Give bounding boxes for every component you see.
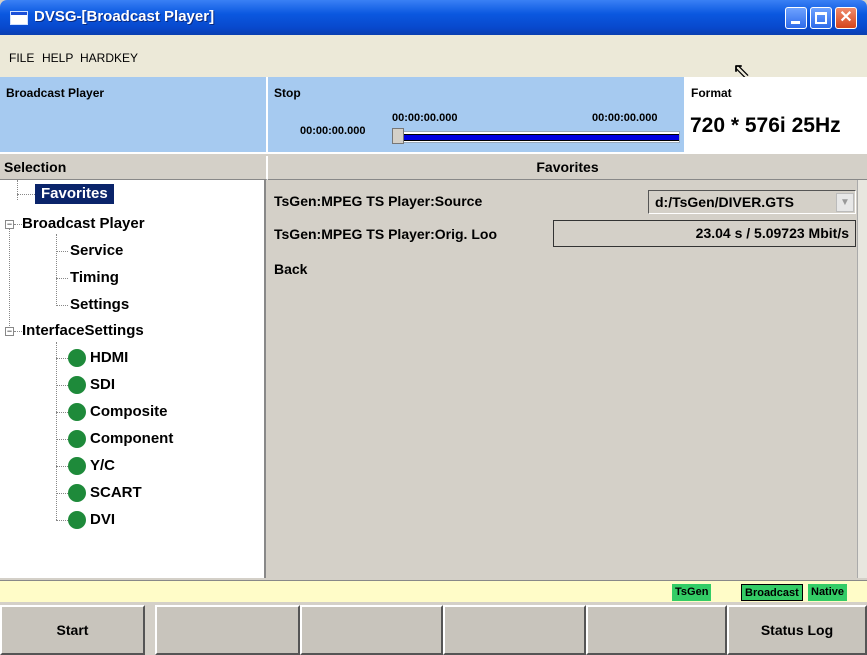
- source-select[interactable]: d:/TsGen/DIVER.GTS ▼: [648, 190, 856, 214]
- close-icon: ✕: [839, 9, 853, 26]
- status-indicator-icon: [68, 430, 86, 448]
- orig-label: TsGen:MPEG TS Player:Orig. Loo: [274, 226, 497, 242]
- start-button[interactable]: Start: [0, 605, 145, 655]
- vertical-scrollbar[interactable]: [857, 180, 867, 578]
- status-indicator-icon: [68, 349, 86, 367]
- source-label: TsGen:MPEG TS Player:Source: [274, 193, 483, 209]
- close-button[interactable]: ✕: [835, 7, 857, 29]
- source-value: d:/TsGen/DIVER.GTS: [655, 194, 794, 210]
- orig-value: 23.04 s / 5.09723 Mbit/s: [553, 220, 856, 247]
- status-indicator-icon: [68, 511, 86, 529]
- chevron-down-icon[interactable]: ▼: [836, 193, 854, 212]
- progress-track[interactable]: [392, 131, 680, 143]
- tree-item-hdmi[interactable]: HDMI: [90, 348, 128, 368]
- transport-state: Stop: [274, 86, 301, 100]
- status-indicator-icon: [68, 403, 86, 421]
- status-broadcast: Broadcast: [741, 584, 803, 601]
- time-start: 00:00:00.000: [300, 125, 366, 137]
- title-bar[interactable]: DVSG-[Broadcast Player] ✕: [0, 0, 867, 35]
- tree-item-service[interactable]: Service: [70, 241, 123, 261]
- collapse-icon[interactable]: −: [5, 327, 14, 336]
- softkey-bar: Start Status Log: [0, 602, 867, 655]
- status-log-button[interactable]: Status Log: [727, 605, 867, 655]
- tree-item-settings[interactable]: Settings: [70, 295, 129, 315]
- menu-hardkey[interactable]: HARDKEY: [80, 51, 138, 65]
- maximize-button[interactable]: [810, 7, 832, 29]
- format-label: Format: [691, 86, 732, 100]
- time-current: 00:00:00.000: [392, 112, 458, 124]
- content-header: Favorites: [268, 156, 867, 180]
- softkey-5[interactable]: [586, 605, 727, 655]
- softkey-4[interactable]: [443, 605, 586, 655]
- status-indicator-icon: [68, 457, 86, 475]
- status-bar: TsGen Broadcast Native: [0, 580, 867, 602]
- tree-item-composite[interactable]: Composite: [90, 402, 168, 422]
- maximize-icon: [815, 12, 827, 24]
- menu-file[interactable]: FILE: [9, 51, 34, 65]
- status-native: Native: [808, 584, 848, 601]
- tree-item-favorites[interactable]: Favorites: [35, 184, 114, 204]
- tree-item-component[interactable]: Component: [90, 429, 173, 449]
- panel-title-box: Broadcast Player: [0, 77, 268, 154]
- status-indicator-icon: [68, 484, 86, 502]
- app-window: DVSG-[Broadcast Player] ✕ FILE HELP HARD…: [0, 0, 867, 655]
- selection-header: Selection: [0, 156, 268, 180]
- time-end: 00:00:00.000: [592, 112, 658, 124]
- format-value: 720 * 576i 25Hz: [690, 114, 841, 137]
- window-title: DVSG-[Broadcast Player]: [34, 8, 215, 25]
- position-slider[interactable]: [392, 128, 404, 144]
- minimize-button[interactable]: [785, 7, 807, 29]
- app-icon: [10, 11, 28, 25]
- progress-fill: [393, 134, 679, 141]
- back-link[interactable]: Back: [274, 261, 307, 277]
- softkey-3[interactable]: [300, 605, 443, 655]
- menu-help[interactable]: HELP: [42, 51, 73, 65]
- tree-item-sdi[interactable]: SDI: [90, 375, 115, 395]
- tree-item-broadcast-player[interactable]: Broadcast Player: [22, 214, 145, 234]
- collapse-icon[interactable]: −: [5, 220, 14, 229]
- status-indicator-icon: [68, 376, 86, 394]
- tree-item-yc[interactable]: Y/C: [90, 456, 115, 476]
- tree-item-interface-settings[interactable]: InterfaceSettings: [22, 321, 144, 341]
- tree-item-timing[interactable]: Timing: [70, 268, 119, 288]
- softkey-2[interactable]: [155, 605, 300, 655]
- panel-title: Broadcast Player: [6, 86, 105, 100]
- tree-item-scart[interactable]: SCART: [90, 483, 142, 503]
- selection-tree: Favorites − Broadcast Player Service Tim…: [0, 180, 266, 578]
- status-tsgen: TsGen: [672, 584, 712, 601]
- tree-item-dvi[interactable]: DVI: [90, 510, 115, 530]
- minimize-icon: [791, 21, 800, 24]
